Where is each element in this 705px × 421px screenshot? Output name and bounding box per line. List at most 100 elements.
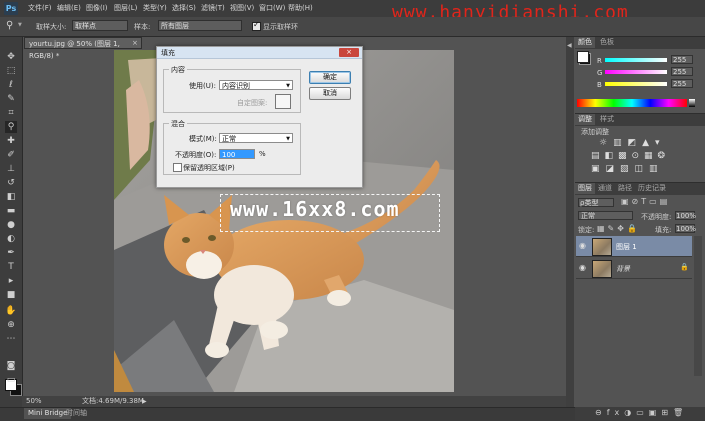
screen-mode-icon[interactable]: ▭ — [5, 374, 17, 386]
color-spectrum-bar[interactable] — [577, 99, 687, 107]
blur-tool-icon[interactable]: ● — [5, 219, 17, 231]
rectangle-tool-icon[interactable]: ■ — [5, 289, 17, 301]
eyedropper-icon[interactable]: ⚲ — [5, 121, 17, 133]
opacity-input[interactable]: 100 — [219, 149, 255, 159]
ok-button[interactable]: 确定 — [309, 71, 351, 84]
menu-select[interactable]: 选择(S) — [172, 3, 196, 13]
layers-footer: ⊖fx◑▭▣⊞🗑 — [575, 407, 705, 420]
crop-tool-icon[interactable]: ⌗ — [5, 107, 17, 119]
adjustments-panel: 调整 样式 添加调整 ☼▥◩▲▾ ▤◧▩⊙▦❂ ▣◪▧◫▥ — [575, 113, 705, 182]
eraser-tool-icon[interactable]: ◧ — [5, 191, 17, 203]
use-label: 使用(U): — [189, 82, 216, 90]
quick-select-tool-icon[interactable]: ✎ — [5, 93, 17, 105]
document-tab[interactable]: yourtu.jpg @ 50% (图层 1, RGB/8) * — [24, 37, 142, 60]
tab-swatches[interactable]: 色板 — [597, 37, 617, 48]
color-panel: 颜色 色板 R 255 G 255 B 255 — [575, 37, 705, 112]
panel-fg-color-swatch[interactable] — [577, 51, 589, 63]
adjustment-icons-row-3[interactable]: ▣◪▧◫▥ — [591, 164, 664, 174]
panel-dock-strip — [566, 37, 574, 407]
tab-history[interactable]: 历史记录 — [635, 183, 669, 194]
b-slider[interactable] — [605, 82, 667, 86]
mode-select[interactable]: 正常 ▼ — [219, 133, 293, 143]
visibility-eye-icon[interactable]: ◉ — [579, 241, 586, 250]
close-document-icon[interactable]: × — [132, 37, 138, 49]
mini-bridge-tab[interactable]: Mini Bridge — [24, 408, 72, 419]
adjustment-icons-row-2[interactable]: ▤◧▩⊙▦❂ — [591, 151, 670, 161]
more-tools-icon[interactable]: ⋯ — [5, 333, 17, 345]
layer-name[interactable]: 图层 1 — [616, 242, 637, 252]
menu-file[interactable]: 文件(F) — [28, 3, 52, 13]
use-select[interactable]: 内容识别 ▼ — [219, 80, 293, 90]
pen-tool-icon[interactable]: ✒ — [5, 247, 17, 259]
move-tool-icon[interactable]: ✥ — [5, 51, 17, 63]
menu-type[interactable]: 类型(Y) — [143, 3, 167, 13]
healing-brush-icon[interactable]: ✚ — [5, 135, 17, 147]
layer-opacity-input[interactable]: 100% — [675, 211, 696, 220]
layer-kind-filter[interactable]: ρ类型 — [578, 198, 614, 207]
show-sampling-ring-label: 显示取样环 — [263, 23, 298, 31]
tab-styles[interactable]: 样式 — [597, 114, 617, 125]
history-brush-icon[interactable]: ↺ — [5, 177, 17, 189]
lock-icons[interactable]: ▦✎✥🔒 — [597, 224, 640, 233]
custom-pattern-swatch[interactable] — [275, 94, 291, 109]
sample-label: 样本: — [134, 23, 151, 31]
dodge-tool-icon[interactable]: ◐ — [5, 233, 17, 245]
type-tool-icon[interactable]: T — [5, 261, 17, 273]
blending-group-label: 混合 — [169, 119, 187, 129]
gradient-tool-icon[interactable]: ▬ — [5, 205, 17, 217]
quick-mask-icon[interactable]: ◙ — [5, 360, 17, 372]
zoom-tool-icon[interactable]: ⊕ — [5, 319, 17, 331]
zoom-level[interactable]: 50% — [26, 396, 42, 407]
tab-layers[interactable]: 图层 — [575, 183, 595, 194]
menu-image[interactable]: 图像(I) — [86, 3, 108, 13]
timeline-tab[interactable]: 时间轴 — [66, 408, 87, 419]
r-slider[interactable] — [605, 58, 667, 62]
tab-adjustments[interactable]: 调整 — [575, 114, 595, 125]
sample-size-select[interactable]: 取样点 — [72, 20, 128, 31]
grayscale-ramp[interactable] — [689, 99, 695, 107]
tab-paths[interactable]: 路径 — [615, 183, 635, 194]
layers-scrollbar[interactable] — [694, 236, 702, 376]
b-value-input[interactable]: 255 — [671, 79, 693, 88]
blend-mode-select[interactable]: 正常 — [578, 211, 633, 220]
show-sampling-ring-checkbox[interactable]: ✓ — [252, 20, 261, 31]
tool-preset-chevron-icon[interactable]: ▼ — [18, 22, 22, 28]
brush-tool-icon[interactable]: ✐ — [5, 149, 17, 161]
menu-window[interactable]: 窗口(W) — [259, 3, 285, 13]
cancel-button[interactable]: 取消 — [309, 87, 351, 100]
dialog-title: 填充 — [161, 49, 175, 57]
path-select-tool-icon[interactable]: ▸ — [5, 275, 17, 287]
sample-select[interactable]: 所有图层 — [158, 20, 242, 31]
menu-edit[interactable]: 编辑(E) — [57, 3, 81, 13]
layer-row-layer1[interactable]: ◉ 图层 1 — [576, 236, 692, 257]
status-arrow-icon[interactable]: ▶ — [142, 396, 147, 407]
dialog-close-button[interactable]: × — [339, 48, 359, 57]
layer-filter-icons[interactable]: ▣⊘T▭▤ — [621, 197, 670, 206]
layer-opacity-label: 不透明度: — [641, 213, 672, 221]
g-value-input[interactable]: 255 — [671, 67, 693, 76]
mode-label: 模式(M): — [189, 135, 217, 143]
tab-channels[interactable]: 通道 — [595, 183, 615, 194]
layer-row-background[interactable]: ◉ 背景 🔒 — [576, 258, 692, 279]
visibility-eye-icon[interactable]: ◉ — [579, 263, 586, 272]
menu-filter[interactable]: 滤镜(T) — [201, 3, 225, 13]
g-slider[interactable] — [605, 70, 667, 74]
r-value-input[interactable]: 255 — [671, 55, 693, 64]
layer-name[interactable]: 背景 — [616, 264, 630, 274]
canvas-overlay-text: www.16xx8.com — [230, 197, 400, 221]
tab-color[interactable]: 颜色 — [575, 37, 595, 48]
hand-tool-icon[interactable]: ✋ — [5, 305, 17, 317]
menu-layer[interactable]: 图层(L) — [114, 3, 137, 13]
b-label: B — [597, 81, 602, 89]
menu-view[interactable]: 视图(V) — [230, 3, 254, 13]
lasso-tool-icon[interactable]: ℓ — [5, 79, 17, 91]
dock-collapse-icon[interactable]: ◀ — [567, 42, 572, 49]
preserve-transparency-checkbox[interactable] — [173, 163, 182, 172]
marquee-tool-icon[interactable]: ⬚ — [5, 65, 17, 77]
menu-help[interactable]: 帮助(H) — [288, 3, 313, 13]
custom-pattern-label: 自定图案: — [237, 99, 268, 107]
layer-fill-input[interactable]: 100% — [675, 224, 696, 233]
adjustment-icons-row-1[interactable]: ☼▥◩▲▾ — [599, 138, 666, 148]
layers-footer-icons[interactable]: ⊖fx◑▭▣⊞🗑 — [595, 408, 688, 417]
clone-stamp-icon[interactable]: ⊥ — [5, 163, 17, 175]
